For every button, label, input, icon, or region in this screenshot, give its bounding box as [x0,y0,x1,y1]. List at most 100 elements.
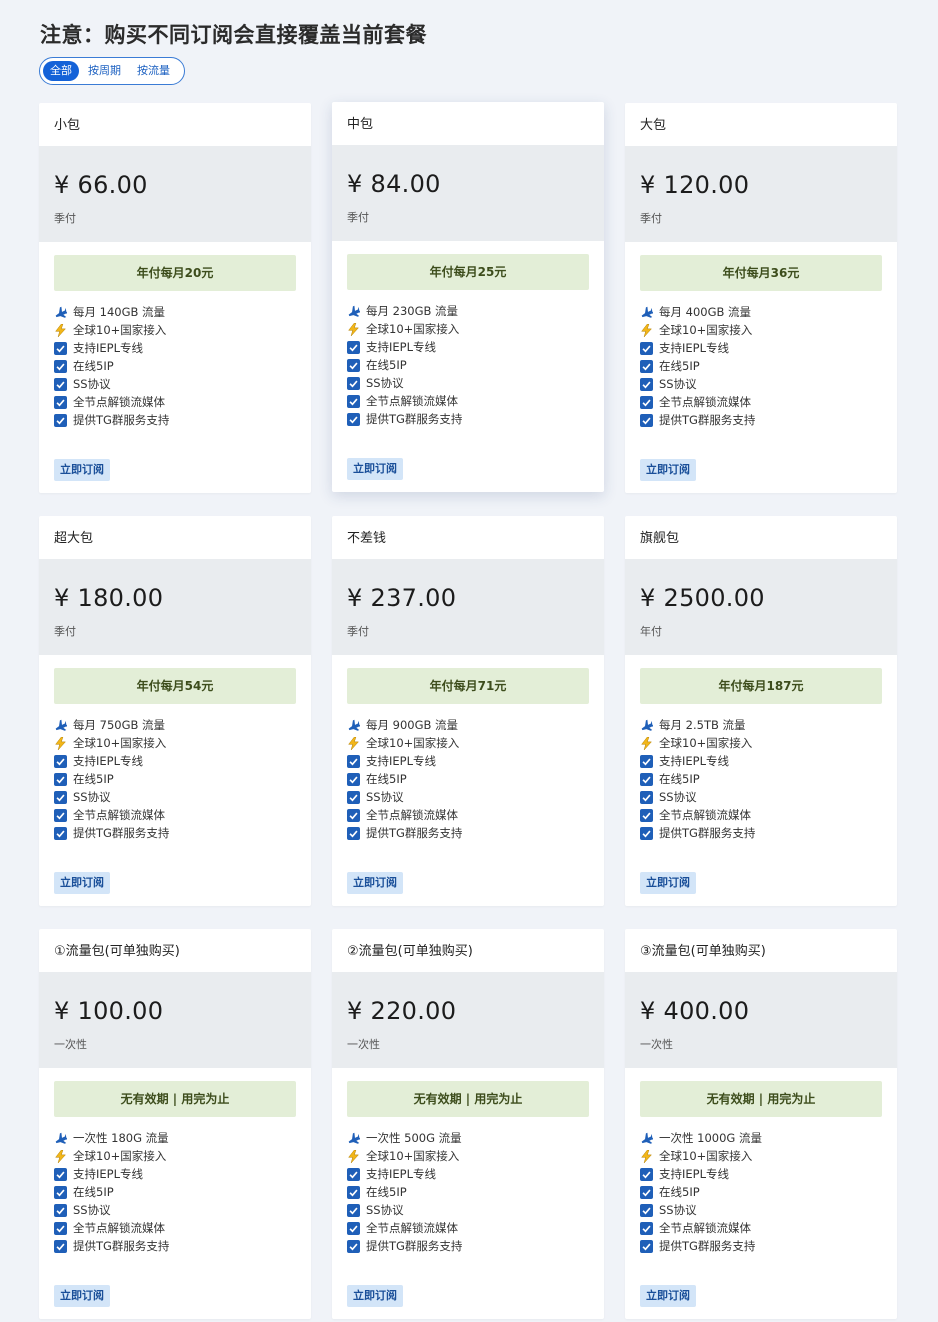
subscribe-button[interactable]: 立即订阅 [347,872,403,894]
plan-name: 小包 [54,118,81,133]
feature-item: SS协议 [54,1201,311,1219]
subscribe-button[interactable]: 立即订阅 [347,1285,403,1307]
feature-text: 全节点解锁流媒体 [659,808,751,822]
feature-text: 在线5IP [659,772,700,786]
feature-item: SS协议 [640,788,897,806]
plan-card: ②流量包(可单独购买) ¥ 220.00 一次性 无有效期 | 用完为止 一次性 500… [332,929,604,1319]
plan-price: ¥ 220.00 [347,997,457,1025]
feature-item: 全节点解锁流媒体 [347,1219,604,1237]
checkbox-icon [347,340,360,354]
filter-tab-period[interactable]: 按周期 [81,61,128,81]
feature-text: 提供TG群服务支持 [659,826,756,840]
subscribe-button[interactable]: 立即订阅 [54,459,110,481]
lightning-icon [347,1149,360,1163]
subscribe-button[interactable]: 立即订阅 [640,1285,696,1307]
checkbox-icon [640,413,653,427]
feature-text: 每月 750GB 流量 [73,718,166,732]
feature-text: 每月 2.5TB 流量 [659,718,746,732]
feature-item: 每月 900GB 流量 [347,716,604,734]
lightning-icon [640,1149,653,1163]
promo-banner: 年付每月54元 [54,668,296,704]
feature-text: 全节点解锁流媒体 [659,1221,751,1235]
feature-text: 提供TG群服务支持 [73,826,170,840]
billing-period: 季付 [54,212,76,225]
plan-name: 旗舰包 [640,531,680,546]
plan-card: 小包 ¥ 66.00 季付 年付每月20元 每月 140GB 流量 全球10+国家接入 支持… [39,103,311,493]
plan-price: ¥ 2500.00 [640,584,765,612]
subscribe-button[interactable]: 立即订阅 [54,872,110,894]
feature-item: 全球10+国家接入 [640,321,897,339]
feature-item: 全节点解锁流媒体 [54,393,311,411]
feature-item: 在线5IP [640,770,897,788]
feature-item: 全球10+国家接入 [54,321,311,339]
feature-item: 提供TG群服务支持 [347,410,604,428]
checkbox-icon [640,341,653,355]
feature-item: 全节点解锁流媒体 [640,393,897,411]
price-panel: ¥ 120.00 季付 [625,146,897,242]
feature-item: 支持IEPL专线 [640,1165,897,1183]
checkbox-icon [347,1185,360,1199]
feature-text: 一次性 500G 流量 [366,1131,462,1145]
filter-tab-traffic[interactable]: 按流量 [130,61,177,81]
subscribe-button[interactable]: 立即订阅 [640,872,696,894]
feature-list: 每月 140GB 流量 全球10+国家接入 支持IEPL专线 在线5IP SS协议 全节点… [54,303,311,429]
subscribe-button[interactable]: 立即订阅 [54,1285,110,1307]
feature-item: 全球10+国家接入 [54,1147,311,1165]
checkbox-icon [54,826,67,840]
checkbox-icon [347,754,360,768]
feature-item: 在线5IP [54,357,311,375]
feature-text: 支持IEPL专线 [659,341,729,355]
plan-price: ¥ 84.00 [347,170,441,198]
subscribe-button[interactable]: 立即订阅 [640,459,696,481]
feature-text: 支持IEPL专线 [73,1167,143,1181]
checkbox-icon [54,1185,67,1199]
feature-text: 在线5IP [366,772,407,786]
lightning-icon [640,323,653,337]
feature-item: 全球10+国家接入 [54,734,311,752]
feature-item: 全节点解锁流媒体 [347,806,604,824]
checkbox-icon [640,1221,653,1235]
plan-card: ③流量包(可单独购买) ¥ 400.00 一次性 无有效期 | 用完为止 一次性 100… [625,929,897,1319]
feature-text: 在线5IP [73,772,114,786]
airplane-icon [54,1132,67,1145]
feature-item: 每月 400GB 流量 [640,303,897,321]
checkbox-icon [54,1203,67,1217]
feature-item: 在线5IP [640,1183,897,1201]
checkbox-icon [54,341,67,355]
feature-item: SS协议 [640,375,897,393]
feature-item: 支持IEPL专线 [54,1165,311,1183]
checkbox-icon [54,754,67,768]
feature-text: SS协议 [659,790,697,804]
promo-banner: 无有效期 | 用完为止 [347,1081,589,1117]
pricing-page: 注意：购买不同订阅会直接覆盖当前套餐 全部 按周期 按流量 小包 ¥ 66.00 季… [0,0,938,1322]
billing-period: 季付 [347,211,369,224]
price-panel: ¥ 180.00 季付 [39,559,311,655]
feature-text: 支持IEPL专线 [366,754,436,768]
checkbox-icon [54,790,67,804]
checkbox-icon [347,772,360,786]
checkbox-icon [640,826,653,840]
feature-text: 一次性 180G 流量 [73,1131,169,1145]
feature-item: 提供TG群服务支持 [640,1237,897,1255]
feature-item: SS协议 [347,788,604,806]
feature-text: 在线5IP [366,1185,407,1199]
lightning-icon [347,322,360,336]
feature-list: 一次性 500G 流量 全球10+国家接入 支持IEPL专线 在线5IP SS协议 全节点… [347,1129,604,1255]
feature-item: 全球10+国家接入 [347,1147,604,1165]
plan-name: ①流量包(可单独购买) [54,944,180,959]
subscribe-button[interactable]: 立即订阅 [347,458,403,480]
checkbox-icon [347,790,360,804]
plan-price: ¥ 100.00 [54,997,164,1025]
feature-item: 一次性 180G 流量 [54,1129,311,1147]
feature-item: 支持IEPL专线 [347,752,604,770]
checkbox-icon [347,1167,360,1181]
feature-text: 支持IEPL专线 [73,341,143,355]
promo-banner: 年付每月25元 [347,254,589,290]
feature-item: 支持IEPL专线 [347,338,604,356]
feature-text: SS协议 [366,376,404,390]
plan-card: 超大包 ¥ 180.00 季付 年付每月54元 每月 750GB 流量 全球10+国家接入… [39,516,311,906]
feature-text: 全节点解锁流媒体 [73,395,165,409]
feature-text: 在线5IP [659,1185,700,1199]
checkbox-icon [347,412,360,426]
filter-tab-all[interactable]: 全部 [43,61,79,81]
